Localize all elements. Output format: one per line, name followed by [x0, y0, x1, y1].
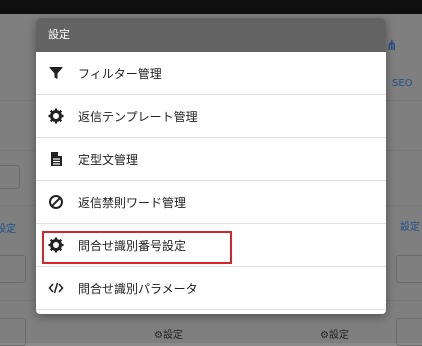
menu-item-label: フィルター管理 [78, 66, 162, 81]
filter-icon [48, 65, 64, 81]
menu-item-inquiry-id-number-settings[interactable]: 問合せ識別番号設定 [36, 224, 386, 267]
menu-title: 設定 [36, 18, 386, 52]
bg-setting-label: 設定 [328, 330, 349, 341]
bg-setting-label: 設定 [400, 222, 420, 233]
bg-setting-label: 設定 [162, 330, 183, 341]
gear-icon [48, 108, 64, 124]
bg-setting-label: 設定 [0, 224, 16, 235]
settings-menu: 設定 フィルター管理 返信テンプレート管理 定型文管理 返信禁則ワード管理 問合… [36, 18, 386, 314]
menu-item-fixed-phrase-management[interactable]: 定型文管理 [36, 138, 386, 181]
menu-item-reply-banned-words[interactable]: 返信禁則ワード管理 [36, 181, 386, 224]
gear-icon [48, 237, 64, 253]
code-icon [48, 280, 64, 296]
background-select [0, 165, 20, 189]
background-select [396, 255, 422, 283]
bg-seo-label: SEO [392, 78, 413, 89]
background-select [0, 255, 26, 283]
menu-item-label: 定型文管理 [78, 152, 139, 167]
ban-icon [48, 194, 64, 210]
menu-item-label: 問合せ識別パラメータ [78, 281, 198, 296]
menu-item-label: 返信テンプレート管理 [78, 109, 198, 124]
bg-setting-button: ⚙設定 [320, 330, 349, 341]
background-top-bar [0, 0, 422, 14]
menu-item-filter-management[interactable]: フィルター管理 [36, 52, 386, 95]
menu-item-label: 返信禁則ワード管理 [78, 195, 187, 210]
menu-item-label: 問合せ識別番号設定 [78, 238, 187, 253]
menu-item-inquiry-id-parameter[interactable]: 問合せ識別パラメータ [36, 267, 386, 310]
menu-item-reply-template-management[interactable]: 返信テンプレート管理 [36, 95, 386, 138]
bg-setting-button: ⚙設定 [154, 330, 183, 341]
background-select [0, 318, 26, 346]
share-icon: ⋔ [386, 38, 398, 54]
background-select [396, 318, 422, 346]
document-icon [48, 151, 64, 167]
